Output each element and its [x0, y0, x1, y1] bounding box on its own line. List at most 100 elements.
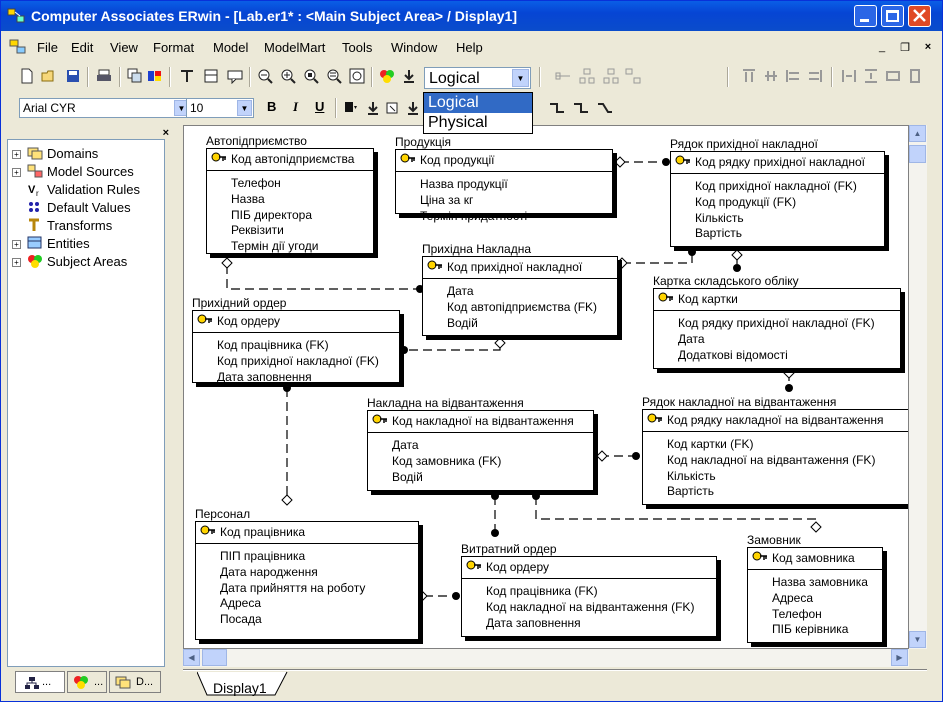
primary-key-row[interactable]: Код замовника: [748, 548, 882, 570]
primary-key-row[interactable]: Код ордеру: [462, 557, 716, 579]
underline-button[interactable]: U: [315, 99, 324, 114]
mdi-restore-button[interactable]: ❐: [896, 41, 914, 56]
tree-item-entities[interactable]: + Entities: [12, 236, 90, 254]
close-button[interactable]: [908, 5, 931, 27]
attribute[interactable]: Термін придатності: [420, 209, 527, 225]
zoom-fit-icon[interactable]: [303, 68, 319, 84]
attribute[interactable]: Додаткові відомості: [678, 348, 788, 364]
primary-key-row[interactable]: Код ордеру: [193, 311, 399, 333]
primary-key-row[interactable]: Код працівника: [196, 522, 418, 544]
attribute[interactable]: Дата: [392, 438, 419, 454]
entity-box[interactable]: Код ордеру Код працівника (FK) Код накладн…: [461, 556, 717, 637]
entity-box[interactable]: Код продукції Назва продукції Ціна за кг Те…: [395, 149, 613, 223]
line-color-icon[interactable]: [385, 100, 401, 116]
attribute[interactable]: Дата народження: [220, 565, 318, 581]
attribute[interactable]: Вартість: [695, 226, 742, 242]
menu-model[interactable]: Model: [213, 40, 248, 55]
attribute[interactable]: Водій: [392, 470, 423, 486]
tab-subject-areas[interactable]: ...: [67, 671, 107, 693]
diagram-canvas[interactable]: Автопідприємство Код автопідприємства Теле…: [183, 125, 909, 649]
copy-icon[interactable]: [127, 68, 143, 84]
attribute[interactable]: Ціна за кг: [420, 193, 473, 209]
attribute[interactable]: ПІП працівника: [220, 549, 305, 565]
relationship-many-icon[interactable]: [579, 68, 595, 84]
stored-display-icon[interactable]: [401, 68, 417, 84]
select-tool-icon[interactable]: [179, 68, 195, 84]
menu-window[interactable]: Window: [391, 40, 437, 55]
save-icon[interactable]: [65, 68, 81, 84]
menu-modelmart[interactable]: ModelMart: [264, 40, 325, 55]
menu-edit[interactable]: Edit: [71, 40, 93, 55]
scroll-up-icon[interactable]: ▲: [909, 125, 926, 142]
zoom-all-icon[interactable]: [349, 68, 365, 84]
zoom-out-icon[interactable]: [257, 68, 273, 84]
fill-color-icon[interactable]: [343, 100, 359, 116]
attribute[interactable]: Назва продукції: [420, 177, 508, 193]
view-mode-select[interactable]: Logical ▼: [424, 67, 531, 89]
primary-key-row[interactable]: Код продукції: [396, 150, 612, 172]
attribute[interactable]: Назва замовника: [772, 575, 868, 591]
chevron-down-icon[interactable]: ▼: [237, 100, 252, 116]
attribute[interactable]: Код працівника (FK): [217, 338, 329, 354]
primary-key-row[interactable]: Код рядку накладної на відвантаження: [643, 410, 908, 432]
attribute[interactable]: Код прихідної накладної (FK): [695, 179, 857, 195]
attribute[interactable]: Дата заповнення: [217, 370, 312, 386]
tab-domains[interactable]: D...: [109, 671, 161, 693]
tree-item-default-values[interactable]: +Default Values: [12, 200, 131, 218]
tab-model[interactable]: ...: [15, 671, 65, 693]
entity-box[interactable]: Код картки Код рядку прихідної накладної …: [653, 288, 901, 369]
italic-button[interactable]: I: [293, 99, 298, 115]
primary-key-row[interactable]: Код рядку прихідної накладної: [671, 152, 884, 174]
attribute[interactable]: Телефон: [772, 607, 822, 623]
entity-box[interactable]: Код рядку прихідної накладної Код прихідн…: [670, 151, 885, 247]
entity-box[interactable]: Код ордеру Код працівника (FK) Код прихідн…: [192, 310, 400, 386]
font-size-field[interactable]: 10 ▼: [186, 98, 254, 118]
entity-box[interactable]: Код замовника Назва замовника Адреса Телефо…: [747, 547, 883, 643]
attribute[interactable]: Код автопідприємства (FK): [447, 300, 597, 316]
entity-tool-icon[interactable]: [203, 68, 219, 84]
attribute[interactable]: Дата: [678, 332, 705, 348]
chevron-down-icon[interactable]: ▼: [512, 69, 529, 87]
subtype-icon[interactable]: [603, 68, 619, 84]
option-logical[interactable]: Logical: [424, 93, 532, 113]
attribute[interactable]: Адреса: [220, 596, 261, 612]
attribute[interactable]: ПІБ керівника: [772, 622, 848, 638]
line-orthogonal-icon[interactable]: [573, 100, 589, 116]
entity-box[interactable]: Код працівника ПІП працівника Дата народже…: [195, 521, 419, 640]
bold-button[interactable]: B: [267, 99, 276, 114]
tree-item-domains[interactable]: + Domains: [12, 146, 98, 164]
tab-display1[interactable]: Display1: [203, 675, 283, 697]
entity-box[interactable]: Код накладної на відвантаження Дата Код за…: [367, 410, 594, 491]
entity-box[interactable]: Код автопідприємства Телефон Назва ПІБ дире…: [206, 148, 374, 254]
vertical-scrollbar[interactable]: ▲ ▼: [909, 125, 927, 649]
attribute[interactable]: ПІБ директора: [231, 208, 312, 224]
option-physical[interactable]: Physical: [424, 113, 532, 133]
attribute[interactable]: Код працівника (FK): [486, 584, 598, 600]
horizontal-scrollbar[interactable]: ◀ ▶: [183, 649, 909, 667]
line-style-icon[interactable]: [549, 100, 565, 116]
space-horizontal-icon[interactable]: [841, 68, 857, 84]
tree-item-subject-areas[interactable]: + Subject Areas: [12, 254, 127, 272]
attribute[interactable]: Дата заповнення: [486, 616, 581, 632]
menu-file[interactable]: File: [37, 40, 58, 55]
font-name-field[interactable]: Arial CYR ▼: [19, 98, 191, 118]
attribute[interactable]: Код накладної на відвантаження (FK): [486, 600, 694, 616]
attribute[interactable]: Назва: [231, 192, 265, 208]
tree-item-validation-rules[interactable]: +VrValidation Rules: [12, 182, 140, 200]
align-middle-icon[interactable]: [763, 68, 779, 84]
scroll-right-icon[interactable]: ▶: [891, 649, 908, 666]
align-top-icon[interactable]: [741, 68, 757, 84]
space-vertical-icon[interactable]: [863, 68, 879, 84]
primary-key-row[interactable]: Код прихідної накладної: [423, 257, 617, 279]
relationship-identifying-icon[interactable]: [555, 68, 571, 84]
minimize-button[interactable]: [854, 5, 877, 27]
attribute[interactable]: Вартість: [667, 484, 714, 500]
size-height-icon[interactable]: [907, 68, 923, 84]
menu-help[interactable]: Help: [456, 40, 483, 55]
new-file-icon[interactable]: [19, 68, 35, 84]
hierarchy-icon[interactable]: [625, 68, 641, 84]
attribute[interactable]: Кількість: [695, 211, 744, 227]
attribute[interactable]: Водій: [447, 316, 478, 332]
scroll-left-icon[interactable]: ◀: [183, 649, 200, 666]
mdi-minimize-button[interactable]: _: [873, 41, 891, 56]
